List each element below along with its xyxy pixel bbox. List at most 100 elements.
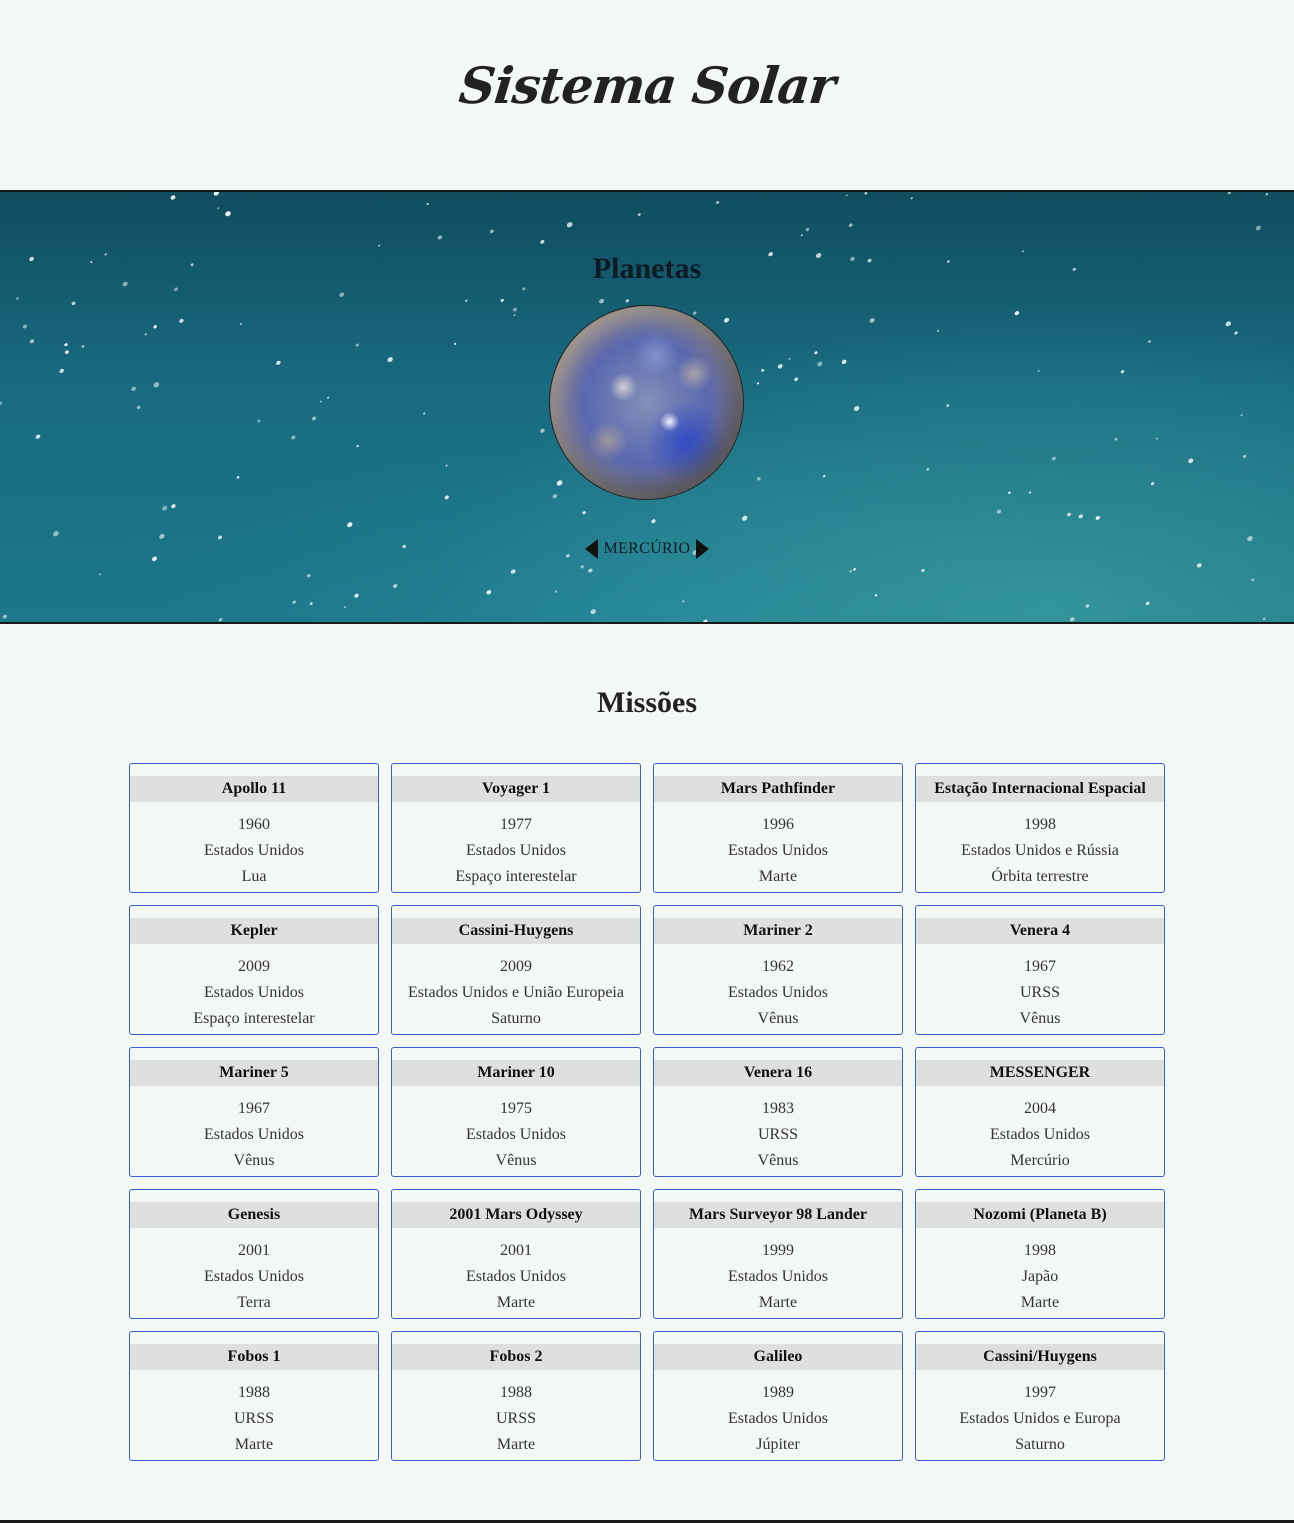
star	[522, 287, 526, 291]
mission-name: Mars Surveyor 98 Lander	[654, 1202, 902, 1228]
star	[65, 350, 69, 354]
mission-country: Estados Unidos	[990, 1126, 1090, 1143]
mission-country: Estados Unidos	[466, 842, 566, 859]
mission-year: 1977	[500, 816, 532, 833]
next-planet-icon[interactable]	[696, 539, 710, 559]
star	[741, 515, 748, 521]
star	[1067, 512, 1071, 517]
mission-country: Estados Unidos	[728, 842, 828, 859]
star	[651, 519, 656, 524]
mission-year: 2001	[500, 1242, 532, 1259]
star	[81, 345, 85, 348]
star	[136, 405, 141, 410]
mission-name: Kepler	[130, 918, 378, 944]
planets-title: Planetas	[592, 252, 702, 285]
star	[179, 318, 184, 323]
star	[1234, 331, 1238, 335]
mission-destination: Espaço interestelar	[455, 868, 577, 885]
mission-country: Estados Unidos	[466, 1126, 566, 1143]
star	[437, 235, 443, 240]
star	[500, 298, 504, 302]
mission-year: 2009	[238, 958, 270, 975]
star	[1196, 563, 1202, 568]
site-title: Sistema Solar	[456, 56, 838, 115]
star	[580, 565, 585, 569]
star	[1240, 414, 1243, 417]
mission-destination: Vênus	[233, 1152, 275, 1169]
mission-destination: Lua	[241, 868, 267, 885]
star	[309, 602, 313, 606]
star	[1251, 578, 1255, 582]
star	[377, 244, 381, 247]
mission-name: Mars Pathfinder	[654, 776, 902, 802]
star	[805, 227, 810, 232]
mission-name: 2001 Mars Odyssey	[392, 1202, 640, 1228]
star	[354, 593, 359, 598]
star	[845, 194, 848, 197]
star	[217, 207, 220, 210]
star	[716, 201, 720, 204]
star	[1078, 514, 1084, 519]
star	[311, 416, 317, 421]
mission-name: Nozomi (Planeta B)	[916, 1202, 1164, 1228]
mission-year: 2001	[238, 1242, 270, 1259]
mission-country: Estados Unidos	[728, 1410, 828, 1427]
mission-destination: Órbita terrestre	[991, 868, 1089, 885]
star	[817, 361, 823, 367]
star	[1145, 601, 1150, 605]
star	[489, 229, 494, 234]
star	[236, 476, 240, 479]
star	[339, 292, 345, 297]
star	[756, 382, 760, 385]
mission-name: Mariner 2	[654, 918, 902, 944]
mission-card: Mars Pathfinder 1996 Estados Unidos Marte	[653, 763, 903, 893]
mission-year: 1960	[238, 816, 270, 833]
mission-destination: Vênus	[495, 1152, 537, 1169]
mission-card: Mariner 5 1967 Estados Unidos Vênus	[129, 1047, 379, 1177]
mission-card: Voyager 1 1977 Estados Unidos Espaço intere…	[391, 763, 641, 893]
star	[426, 202, 429, 205]
mission-card: Venera 16 1983 URSS Vênus	[653, 1047, 903, 1177]
star	[800, 234, 803, 237]
star	[590, 609, 596, 615]
star	[225, 211, 231, 217]
mission-card: Fobos 2 1988 URSS Marte	[391, 1331, 641, 1461]
star	[869, 318, 875, 323]
mission-destination: Marte	[496, 1294, 536, 1311]
mission-card: Mariner 2 1962 Estados Unidos Vênus	[653, 905, 903, 1035]
mission-name: Fobos 2	[392, 1344, 640, 1370]
star	[788, 357, 791, 360]
star	[566, 222, 573, 228]
star	[1085, 604, 1090, 608]
mission-name: Estação Internacional Espacial	[916, 776, 1164, 802]
mission-country: URSS	[233, 1410, 275, 1427]
star	[16, 297, 19, 300]
star	[864, 192, 868, 195]
star	[926, 468, 930, 471]
star	[552, 493, 558, 499]
mission-country: Estados Unidos e União Europeia	[408, 984, 624, 1001]
star	[344, 606, 347, 608]
planet-image	[549, 305, 744, 500]
mission-name: Mariner 5	[130, 1060, 378, 1086]
star	[556, 480, 563, 486]
star	[822, 474, 826, 478]
mission-country: Estados Unidos	[204, 1126, 304, 1143]
star	[1155, 437, 1159, 440]
star	[445, 464, 448, 467]
star	[996, 509, 1002, 514]
star	[98, 573, 101, 576]
star	[921, 568, 925, 573]
mission-card: Genesis 2001 Estados Unidos Terra	[129, 1189, 379, 1319]
previous-planet-icon[interactable]	[584, 539, 598, 559]
mission-country: Estados Unidos e Rússia	[961, 842, 1119, 859]
star	[540, 428, 545, 433]
star	[171, 504, 176, 509]
star	[1227, 192, 1231, 195]
star	[218, 618, 223, 622]
star	[848, 223, 853, 227]
star	[170, 195, 176, 200]
star	[874, 594, 878, 597]
mission-name: MESSENGER	[916, 1060, 1164, 1086]
star	[513, 314, 516, 317]
